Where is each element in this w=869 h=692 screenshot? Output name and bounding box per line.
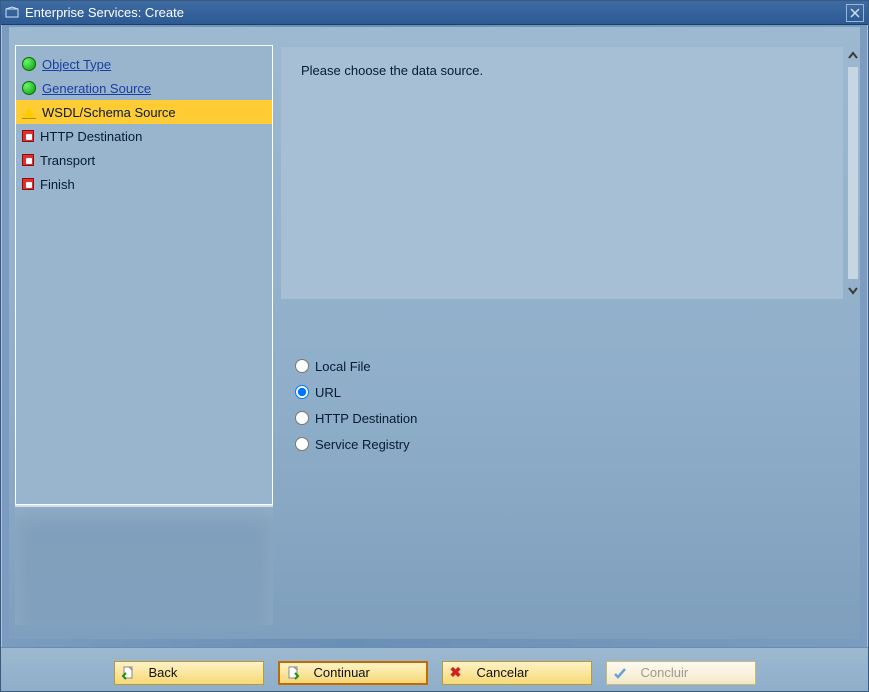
scroll-track[interactable]: [848, 67, 858, 279]
radio-input[interactable]: [295, 359, 309, 373]
sidebar-background-decoration: [15, 505, 273, 625]
radio-http-destination[interactable]: HTTP Destination: [295, 405, 795, 431]
step-finish[interactable]: Finish: [16, 172, 272, 196]
button-label: Cancelar: [477, 665, 529, 680]
step-label: Finish: [40, 177, 75, 192]
cancel-button[interactable]: ✖ Cancelar: [442, 661, 592, 685]
radio-input[interactable]: [295, 437, 309, 451]
window-title: Enterprise Services: Create: [25, 5, 846, 20]
step-transport[interactable]: Transport: [16, 148, 272, 172]
wizard-content: Object Type Generation Source WSDL/Schem…: [9, 27, 860, 639]
step-label[interactable]: Generation Source: [42, 81, 151, 96]
sap-window-icon: [5, 6, 19, 20]
radio-url[interactable]: URL: [295, 379, 795, 405]
data-source-radio-group: Local File URL HTTP Destination Service …: [295, 353, 795, 457]
finish-button[interactable]: Concluir: [606, 661, 756, 685]
continue-button[interactable]: Continuar: [278, 661, 428, 685]
button-label: Back: [149, 665, 178, 680]
radio-label: URL: [315, 385, 341, 400]
step-label: HTTP Destination: [40, 129, 142, 144]
radio-input[interactable]: [295, 385, 309, 399]
radio-input[interactable]: [295, 411, 309, 425]
step-generation-source[interactable]: Generation Source: [16, 76, 272, 100]
status-green-icon: [22, 57, 36, 71]
title-bar[interactable]: Enterprise Services: Create: [1, 1, 868, 25]
step-label: Transport: [40, 153, 95, 168]
step-label: WSDL/Schema Source: [42, 105, 176, 120]
instruction-panel: Please choose the data source.: [281, 47, 843, 299]
instruction-text: Please choose the data source.: [281, 47, 843, 94]
status-red-icon: [22, 154, 34, 166]
scroll-down-icon[interactable]: [844, 281, 862, 299]
status-red-icon: [22, 130, 34, 142]
page-next-icon: [286, 666, 300, 680]
status-green-icon: [22, 81, 36, 95]
checkmark-icon: [613, 666, 627, 680]
wizard-window: Enterprise Services: Create Object Type …: [0, 0, 869, 692]
step-object-type[interactable]: Object Type: [16, 52, 272, 76]
status-yellow-icon: [22, 107, 36, 119]
close-button[interactable]: [846, 4, 864, 22]
step-http-destination[interactable]: HTTP Destination: [16, 124, 272, 148]
radio-label: Local File: [315, 359, 371, 374]
scroll-up-icon[interactable]: [844, 47, 862, 65]
radio-local-file[interactable]: Local File: [295, 353, 795, 379]
step-wsdl-schema-source[interactable]: WSDL/Schema Source: [16, 100, 272, 124]
button-label: Concluir: [641, 665, 689, 680]
cancel-x-icon: ✖: [449, 666, 463, 680]
radio-service-registry[interactable]: Service Registry: [295, 431, 795, 457]
status-red-icon: [22, 178, 34, 190]
radio-label: HTTP Destination: [315, 411, 417, 426]
back-button[interactable]: Back: [114, 661, 264, 685]
step-sidebar: Object Type Generation Source WSDL/Schem…: [15, 45, 273, 505]
page-back-icon: [121, 666, 135, 680]
panel-scrollbar[interactable]: [844, 47, 862, 299]
wizard-footer: Back Continuar ✖ Cancelar Concluir: [1, 647, 868, 691]
button-label: Continuar: [314, 665, 370, 680]
radio-label: Service Registry: [315, 437, 410, 452]
step-label[interactable]: Object Type: [42, 57, 111, 72]
